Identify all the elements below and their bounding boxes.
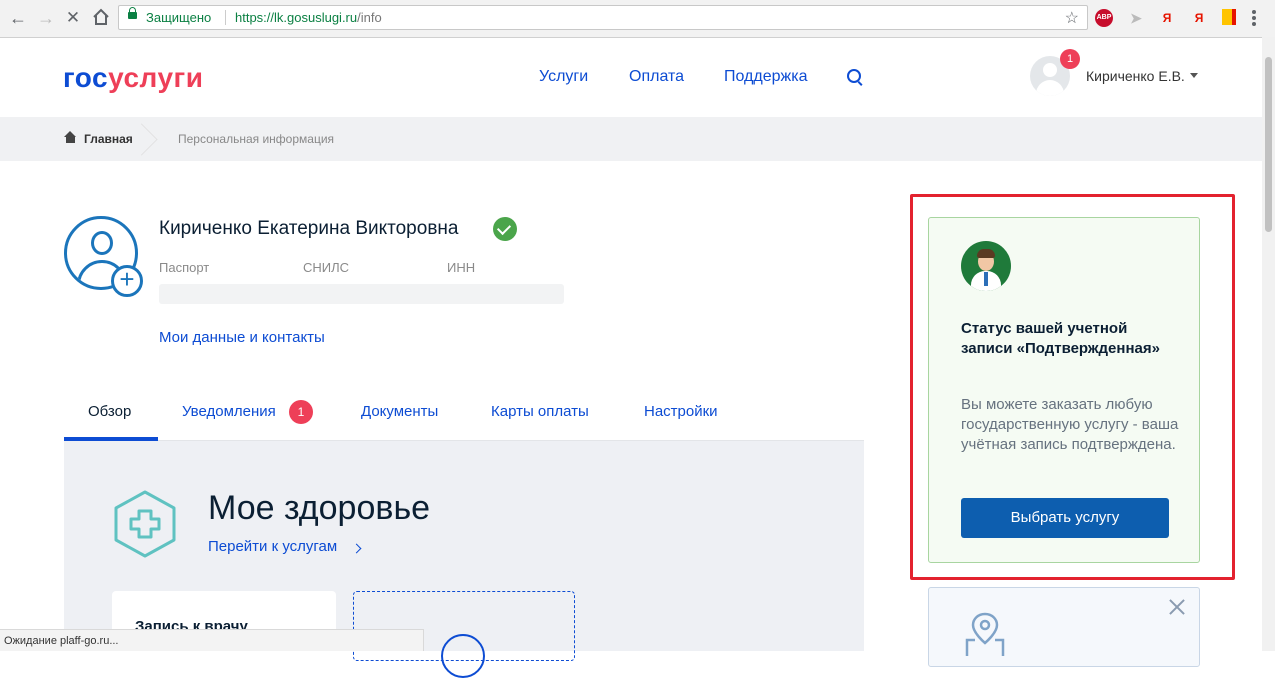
snils-label: СНИЛС (303, 260, 350, 275)
user-name-menu[interactable]: Кириченко Е.В. (1086, 68, 1185, 84)
health-services-link[interactable]: Перейти к услугам (208, 538, 337, 555)
logo-part-gos: гос (63, 62, 109, 93)
account-status-title: Статус вашей учетной записи «Подтвержден… (961, 320, 1160, 357)
scrollbar-thumb[interactable] (1265, 57, 1272, 232)
secure-label: Защищено (146, 10, 212, 25)
nav-support[interactable]: Поддержка (724, 68, 807, 86)
breadcrumb: Главная Персональная информация (0, 117, 1262, 161)
add-photo-icon[interactable]: + (111, 265, 143, 297)
bookmark-flag-extension-icon[interactable] (1222, 9, 1236, 25)
stop-loading-icon[interactable]: ✕ (63, 8, 83, 28)
browser-status-bar: Ожидание plaff-go.ru... (0, 629, 424, 651)
lock-icon (128, 7, 137, 19)
browser-menu-icon[interactable] (1252, 10, 1256, 28)
logo-part-uslugi: услуги (108, 62, 204, 93)
tab-settings[interactable]: Настройки (644, 403, 718, 420)
account-status-text: Вы можете заказать любую государственную… (961, 396, 1179, 453)
verified-check-icon (493, 217, 517, 241)
health-section: Мое здоровье Перейти к услугам Запись к … (64, 441, 864, 678)
account-status-card: Статус вашей учетной записи «Подтвержден… (928, 217, 1200, 563)
extension-bird-icon[interactable]: ➤ (1127, 9, 1145, 27)
inn-label: ИНН (447, 260, 476, 275)
avatar-hair (977, 249, 995, 258)
my-data-link[interactable]: Мои данные и контакты (159, 329, 325, 346)
chevron-right-icon[interactable] (351, 543, 362, 554)
document-values-placeholder (159, 284, 564, 304)
choose-service-button[interactable]: Выбрать услугу (961, 498, 1169, 538)
adblock-extension-icon[interactable]: ABP (1095, 9, 1113, 27)
tab-overview[interactable]: Обзор (88, 403, 131, 420)
notification-badge[interactable]: 1 (1060, 49, 1080, 69)
breadcrumb-separator (148, 117, 162, 161)
nav-services[interactable]: Услуги (539, 68, 588, 86)
bookmark-star-icon[interactable]: ☆ (1065, 8, 1079, 28)
browser-toolbar: ← → ✕ Защищено https://lk.gosuslugi.ru/i… (0, 0, 1275, 38)
tab-payment-cards[interactable]: Карты оплаты (491, 403, 589, 420)
add-circle-icon[interactable] (441, 634, 485, 678)
gosuslugi-logo[interactable]: госуслуги (63, 62, 203, 94)
tab-documents[interactable]: Документы (361, 403, 438, 420)
health-cross-icon (114, 490, 176, 558)
avatar-head-shape (91, 231, 113, 255)
url-text[interactable]: https://lk.gosuslugi.ru/info (235, 10, 382, 25)
forward-arrow-icon[interactable]: → (36, 8, 56, 28)
chevron-down-icon[interactable] (1190, 73, 1198, 78)
url-host: https://lk.gosuslugi.ru (235, 10, 358, 25)
back-arrow-icon[interactable]: ← (8, 8, 28, 28)
home-button-icon[interactable] (91, 8, 111, 28)
address-bar[interactable]: Защищено https://lk.gosuslugi.ru/info ☆ (118, 5, 1088, 30)
yandex-extension-icon[interactable]: Я (1160, 9, 1174, 27)
page-scrollbar[interactable] (1262, 37, 1275, 651)
tab-notifications[interactable]: Уведомления (182, 403, 276, 420)
consultant-avatar (961, 241, 1011, 291)
breadcrumb-current: Персональная информация (178, 132, 335, 146)
address-divider (225, 10, 226, 25)
url-path: /info (357, 10, 382, 25)
yandex-extension-icon-2[interactable]: Я (1192, 9, 1206, 27)
notifications-badge[interactable]: 1 (289, 400, 313, 424)
location-card (928, 587, 1200, 667)
search-icon[interactable] (847, 69, 861, 83)
home-icon[interactable] (64, 131, 77, 144)
nav-payment[interactable]: Оплата (629, 68, 684, 86)
close-icon[interactable] (1167, 597, 1187, 617)
avatar-tie (984, 272, 988, 286)
profile-full-name: Кириченко Екатерина Викторовна (159, 218, 459, 239)
passport-label: Паспорт (159, 260, 210, 275)
health-title: Мое здоровье (208, 489, 431, 527)
